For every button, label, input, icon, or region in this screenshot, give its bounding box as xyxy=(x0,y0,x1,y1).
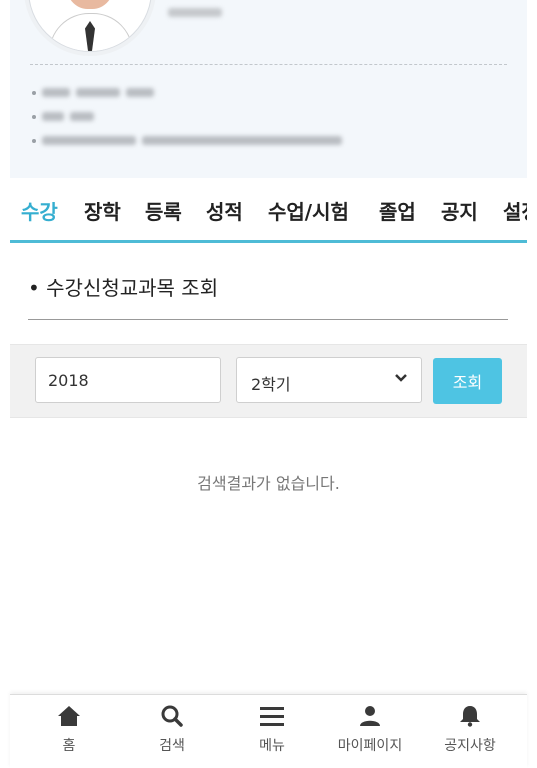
tab-grades[interactable]: 성적 xyxy=(206,196,243,225)
tab-notice[interactable]: 공지 xyxy=(441,196,478,225)
chevron-down-icon xyxy=(395,369,407,389)
tab-course[interactable]: 수강 xyxy=(21,196,58,225)
nav-home-label: 홈 xyxy=(62,738,76,754)
tab-class-exam[interactable]: 수업/시험 xyxy=(268,196,349,225)
nav-mypage-label: 마이페이지 xyxy=(337,738,403,754)
tab-graduation[interactable]: 졸업 xyxy=(379,196,416,225)
tab-scholarship[interactable]: 장학 xyxy=(84,196,121,225)
title-divider xyxy=(28,319,508,320)
main-tab-bar: 수강 장학 등록 성적 수업/시험 졸업 공지 설정 xyxy=(10,180,527,243)
menu-icon xyxy=(222,705,322,727)
bell-icon xyxy=(420,705,520,727)
home-icon xyxy=(19,705,119,727)
search-button[interactable]: 조회 xyxy=(433,358,502,404)
nav-search-label: 검색 xyxy=(159,738,185,754)
nav-mypage[interactable]: 마이페이지 xyxy=(320,705,420,755)
term-select[interactable]: 2학기 xyxy=(236,357,422,403)
nav-menu[interactable]: 메뉴 xyxy=(222,705,322,755)
tab-registration[interactable]: 등록 xyxy=(145,196,182,225)
page-title: • 수강신청교과목 조회 xyxy=(28,276,219,300)
profile-info-redacted-1 xyxy=(32,88,154,97)
profile-divider xyxy=(30,64,507,65)
term-select-value: 2학기 xyxy=(251,375,291,394)
user-icon xyxy=(320,705,420,727)
nav-search[interactable]: 검색 xyxy=(122,705,222,755)
avatar xyxy=(28,0,152,52)
tab-settings[interactable]: 설정 xyxy=(503,196,527,225)
search-bar: 2학기 조회 xyxy=(10,344,527,418)
bottom-nav: 홈 검색 메뉴 마이페이지 공지사항 xyxy=(10,694,527,768)
nav-menu-label: 메뉴 xyxy=(259,738,285,754)
year-input[interactable] xyxy=(35,357,221,403)
nav-notice-label: 공지사항 xyxy=(444,738,496,754)
profile-info-redacted-2 xyxy=(32,112,94,121)
nav-notice[interactable]: 공지사항 xyxy=(420,705,520,755)
profile-card xyxy=(10,0,527,178)
profile-info-redacted-3 xyxy=(32,136,342,145)
profile-name-redacted xyxy=(168,8,222,17)
search-icon xyxy=(122,705,222,727)
empty-result-message: 검색결과가 없습니다. xyxy=(197,474,340,493)
nav-home[interactable]: 홈 xyxy=(19,705,119,755)
